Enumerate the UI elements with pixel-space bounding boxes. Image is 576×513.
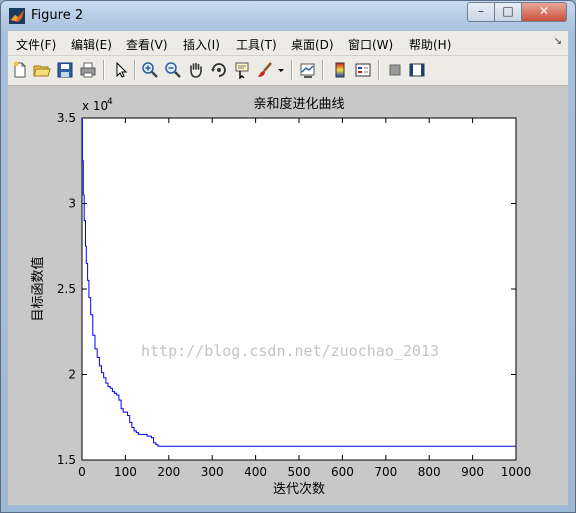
x-tick-label: 700 [374, 465, 397, 479]
pan-hand-icon[interactable] [187, 61, 205, 79]
y-tick-label: 3 [68, 197, 76, 211]
y-tick-label: 2.5 [57, 282, 76, 296]
toolbar-separator [378, 60, 380, 80]
window-title: Figure 2 [31, 8, 84, 23]
brush-icon[interactable] [256, 61, 274, 79]
matlab-logo-icon [9, 8, 25, 24]
y-tick-label: 2 [68, 368, 76, 382]
toolbar-separator [322, 60, 324, 80]
maximize-button[interactable]: □ [494, 2, 522, 22]
y-tick-label: 1.5 [57, 453, 76, 467]
menu-tools[interactable]: 工具(T) [236, 36, 277, 53]
y-tick-label: 3.5 [57, 111, 76, 125]
zoom-in-icon[interactable] [141, 61, 159, 79]
x-tick-label: 1000 [501, 465, 532, 479]
menu-help[interactable]: 帮助(H) [409, 36, 451, 53]
toolbar-separator [103, 60, 105, 80]
print-icon[interactable] [79, 61, 97, 79]
x-tick-label: 400 [244, 465, 267, 479]
data-cursor-icon[interactable] [233, 61, 251, 79]
menu-file[interactable]: 文件(F) [16, 36, 56, 53]
menu-edit[interactable]: 编辑(E) [71, 36, 112, 53]
save-icon[interactable] [56, 61, 74, 79]
minimize-button[interactable]: – [467, 2, 495, 22]
x-tick-label: 600 [331, 465, 354, 479]
y-exponent-power: 4 [107, 97, 113, 107]
menu-desktop[interactable]: 桌面(D) [291, 36, 334, 53]
new-figure-icon[interactable] [11, 61, 29, 79]
close-button[interactable]: ✕ [521, 2, 567, 22]
x-tick-label: 800 [418, 465, 441, 479]
x-tick-label: 100 [114, 465, 137, 479]
line-chart: 亲和度进化曲线 0 100 200 300 400 500 600 700 800 900 1000… [30, 96, 532, 497]
x-tick-label: 900 [461, 465, 484, 479]
brush-dropdown-icon[interactable] [277, 61, 285, 79]
chart-title: 亲和度进化曲线 [253, 96, 344, 112]
zoom-out-icon[interactable] [164, 61, 182, 79]
figure-canvas: 亲和度进化曲线 0 100 200 300 400 500 600 700 800 900 1000… [8, 86, 568, 505]
toolbar-separator [291, 60, 293, 80]
show-plot-tools-icon[interactable] [408, 61, 426, 79]
x-tick-label: 0 [78, 465, 86, 479]
menu-view[interactable]: 查看(V) [126, 36, 168, 53]
plot-area [81, 117, 517, 461]
y-exponent-label: x 10 4 [82, 97, 113, 113]
rotate-3d-icon[interactable] [210, 61, 228, 79]
x-tick-label: 300 [201, 465, 224, 479]
x-tick-label: 500 [288, 465, 311, 479]
hide-plot-tools-icon[interactable] [386, 61, 404, 79]
open-file-icon[interactable] [33, 61, 51, 79]
x-tick-label: 200 [157, 465, 180, 479]
menu-overflow-icon[interactable]: ↘ [554, 36, 562, 47]
link-plot-icon[interactable] [299, 61, 317, 79]
menu-window[interactable]: 窗口(W) [348, 36, 393, 53]
toolbar-separator [134, 60, 136, 80]
watermark-text: http://blog.csdn.net/zuochao_2013 [141, 342, 440, 360]
menu-insert[interactable]: 插入(I) [183, 36, 220, 53]
legend-icon[interactable] [354, 61, 372, 79]
colorbar-icon[interactable] [331, 61, 349, 79]
pointer-icon[interactable] [112, 61, 130, 79]
y-axis-label: 目标函数值 [30, 256, 46, 321]
title-bar[interactable]: Figure 2 – □ ✕ [1, 1, 575, 31]
y-exponent-base: x 10 [82, 99, 108, 113]
x-axis-label: 迭代次数 [273, 481, 325, 497]
figure-window: Figure 2 – □ ✕ 文件(F) 编辑(E) 查看(V) 插入(I) 工… [0, 0, 576, 513]
menu-bar: 文件(F) 编辑(E) 查看(V) 插入(I) 工具(T) 桌面(D) 窗口(W… [8, 31, 568, 56]
figure-toolbar [8, 56, 568, 86]
